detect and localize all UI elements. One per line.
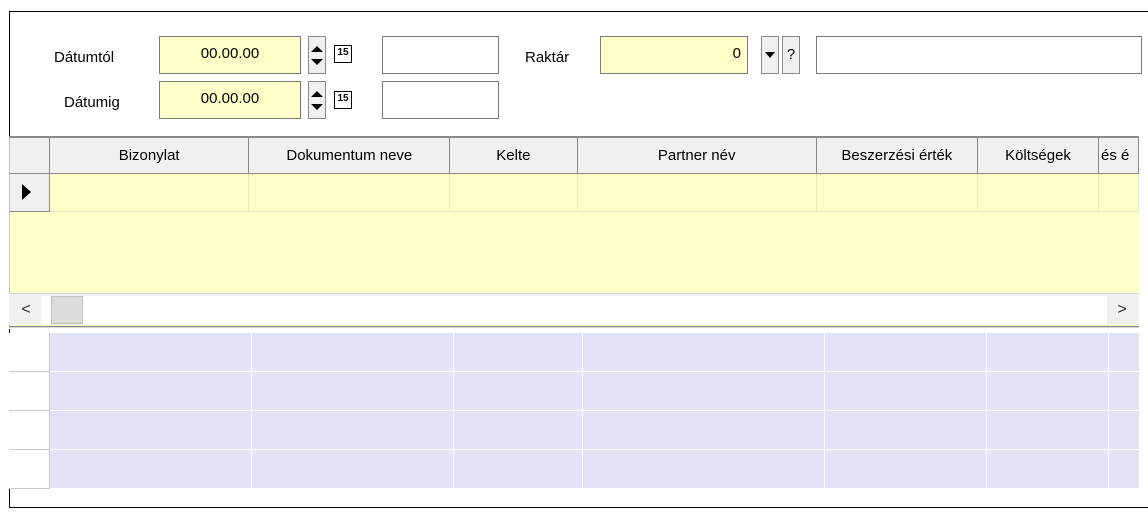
summary-cell bbox=[824, 449, 987, 489]
table-cell[interactable] bbox=[248, 173, 451, 212]
summary-row bbox=[9, 410, 1140, 450]
column-header[interactable]: és é bbox=[1098, 138, 1139, 174]
grid-corner bbox=[10, 138, 50, 174]
column-header[interactable]: Költségek bbox=[977, 138, 1100, 174]
summary-cell bbox=[582, 371, 825, 411]
raktar-name-field[interactable] bbox=[816, 36, 1142, 74]
column-header[interactable]: Kelte bbox=[449, 138, 578, 174]
summary-cell bbox=[251, 371, 454, 411]
column-header[interactable]: Bizonylat bbox=[49, 138, 250, 174]
table-cell[interactable] bbox=[577, 173, 817, 212]
summary-cell bbox=[453, 449, 583, 489]
summary-cell bbox=[582, 333, 825, 372]
scroll-track[interactable] bbox=[41, 296, 1107, 324]
raktar-label: Raktár bbox=[525, 49, 570, 66]
spin-down-icon[interactable] bbox=[311, 104, 323, 110]
summary-cell bbox=[824, 333, 987, 372]
summary-cell bbox=[1108, 410, 1140, 450]
raktar-dropdown-button[interactable] bbox=[761, 36, 779, 74]
scroll-left-icon[interactable]: < bbox=[11, 296, 41, 324]
column-header[interactable]: Dokumentum neve bbox=[248, 138, 451, 174]
main-grid-table: Bizonylat Dokumentum neve Kelte Partner … bbox=[10, 138, 1139, 212]
datumig-input[interactable]: 00.00.00 bbox=[159, 81, 301, 119]
summary-cell bbox=[251, 449, 454, 489]
summary-cell bbox=[1108, 449, 1140, 489]
datumig-calendar-icon[interactable]: 15 bbox=[334, 91, 352, 109]
chevron-down-icon bbox=[765, 52, 775, 59]
table-cell[interactable] bbox=[1098, 173, 1139, 212]
table-cell[interactable] bbox=[449, 173, 578, 212]
table-row[interactable] bbox=[10, 173, 1139, 212]
datumtol-extra-field[interactable] bbox=[382, 36, 499, 74]
summary-cell bbox=[986, 333, 1109, 372]
current-row-arrow-icon bbox=[22, 184, 31, 200]
summary-row-header bbox=[9, 371, 50, 411]
spin-down-icon[interactable] bbox=[311, 59, 323, 65]
summary-cell bbox=[453, 333, 583, 372]
summary-cell bbox=[49, 449, 252, 489]
summary-cell bbox=[453, 371, 583, 411]
spin-up-icon[interactable] bbox=[311, 46, 323, 52]
spin-up-icon[interactable] bbox=[311, 91, 323, 97]
summary-row bbox=[9, 371, 1140, 411]
summary-cell bbox=[251, 410, 454, 450]
summary-cell bbox=[251, 333, 454, 372]
table-cell[interactable] bbox=[816, 173, 978, 212]
summary-cell bbox=[453, 410, 583, 450]
row-indicator[interactable] bbox=[10, 173, 50, 212]
summary-cell bbox=[986, 410, 1109, 450]
datumtol-input[interactable]: 00.00.00 bbox=[159, 36, 301, 74]
datumig-label: Dátumig bbox=[64, 94, 120, 111]
scroll-thumb[interactable] bbox=[51, 296, 83, 324]
datumtol-spinner[interactable] bbox=[308, 36, 326, 74]
table-cell[interactable] bbox=[49, 173, 250, 212]
column-header[interactable]: Partner név bbox=[577, 138, 817, 174]
summary-cell bbox=[824, 371, 987, 411]
summary-cell bbox=[824, 410, 987, 450]
summary-cell bbox=[49, 371, 252, 411]
summary-row bbox=[9, 449, 1140, 489]
summary-cell bbox=[582, 410, 825, 450]
datumig-extra-field[interactable] bbox=[382, 81, 499, 119]
raktar-input[interactable]: 0 bbox=[600, 36, 748, 74]
summary-grid[interactable] bbox=[9, 333, 1140, 489]
raktar-lookup-button[interactable]: ? bbox=[782, 36, 800, 74]
splitter[interactable] bbox=[9, 326, 1139, 329]
scroll-right-icon[interactable]: > bbox=[1107, 296, 1137, 324]
summary-row bbox=[9, 333, 1140, 372]
table-cell[interactable] bbox=[977, 173, 1100, 212]
summary-cell bbox=[582, 449, 825, 489]
summary-row-header bbox=[9, 410, 50, 450]
grid-header-row: Bizonylat Dokumentum neve Kelte Partner … bbox=[10, 138, 1139, 174]
summary-cell bbox=[49, 410, 252, 450]
datumtol-label: Dátumtól bbox=[54, 49, 115, 66]
horizontal-scrollbar[interactable]: < > bbox=[9, 293, 1139, 325]
summary-cell bbox=[1108, 333, 1140, 372]
datumig-spinner[interactable] bbox=[308, 81, 326, 119]
summary-cell bbox=[1108, 371, 1140, 411]
summary-cell bbox=[49, 333, 252, 372]
column-header[interactable]: Beszerzési érték bbox=[816, 138, 978, 174]
summary-cell bbox=[986, 449, 1109, 489]
datumtol-calendar-icon[interactable]: 15 bbox=[334, 45, 352, 63]
summary-cell bbox=[986, 371, 1109, 411]
summary-row-header bbox=[9, 333, 50, 372]
summary-row-header bbox=[9, 449, 50, 489]
